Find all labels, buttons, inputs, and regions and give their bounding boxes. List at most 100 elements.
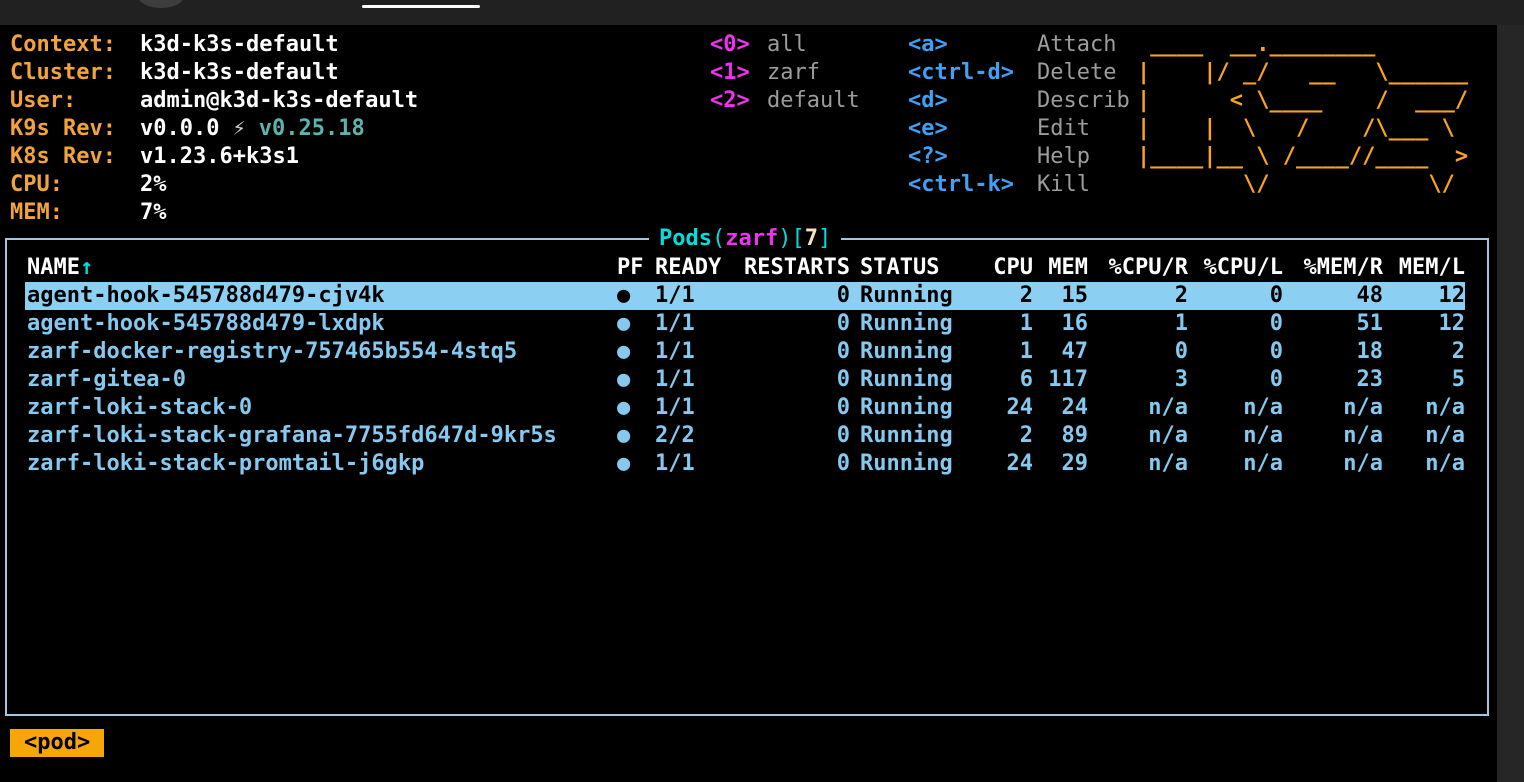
namespace-item[interactable]: <1>zarf — [710, 59, 860, 87]
cell-pcpu_l: n/a — [1188, 422, 1283, 450]
hotkey-item[interactable]: <d>Describ — [908, 87, 1130, 115]
cell-status: Running — [850, 422, 968, 450]
pod-status-dot-icon: ● — [615, 338, 653, 366]
cell-mem: 117 — [1033, 366, 1088, 394]
table-row[interactable]: zarf-loki-stack-0●1/10Running2424n/an/an… — [25, 394, 1465, 422]
hotkey-key: <d> — [908, 87, 1037, 115]
info-row: K8s Rev:v1.23.6+k3s1 — [10, 143, 418, 171]
info-row: K9s Rev:v0.0.0⚡v0.25.18 — [10, 115, 418, 143]
cell-mem: 16 — [1033, 310, 1088, 338]
cell-pcpu_r: n/a — [1088, 422, 1188, 450]
cell-mem_l: n/a — [1383, 422, 1465, 450]
table-body: agent-hook-545788d479-cjv4k●1/10Running2… — [7, 282, 1487, 478]
hotkey-label: Delete — [1037, 60, 1116, 85]
hotkey-key: <a> — [908, 31, 1037, 59]
table-title-namespace: zarf — [725, 226, 778, 251]
hotkey-item[interactable]: <a>Attach — [908, 31, 1130, 59]
crumb-pod[interactable]: <pod> — [10, 729, 104, 757]
info-row: Context:k3d-k3s-default — [10, 31, 418, 59]
cell-pmem_r: 18 — [1283, 338, 1383, 366]
hotkey-item[interactable]: <e>Edit — [908, 115, 1130, 143]
table-row[interactable]: zarf-loki-stack-grafana-7755fd647d-9kr5s… — [25, 422, 1465, 450]
namespace-label: zarf — [767, 60, 820, 85]
cell-mem_l: 12 — [1383, 282, 1465, 310]
cell-pcpu_l: 0 — [1188, 282, 1283, 310]
hotkey-item[interactable]: <?>Help — [908, 143, 1130, 171]
cell-pcpu_r: 2 — [1088, 282, 1188, 310]
hotkey-key: <?> — [908, 143, 1037, 171]
column-header-restarts: RESTARTS — [739, 254, 850, 282]
cell-pmem_r: n/a — [1283, 394, 1383, 422]
cell-ready: 1/1 — [653, 338, 739, 366]
cell-restarts: 0 — [739, 450, 850, 478]
cell-pcpu_l: 0 — [1188, 366, 1283, 394]
pod-status-dot-icon: ● — [615, 282, 653, 310]
window-logo-arc — [138, 0, 184, 8]
cell-ready: 2/2 — [653, 422, 739, 450]
info-label: CPU: — [10, 171, 140, 199]
cell-pcpu_r: 0 — [1088, 338, 1188, 366]
cell-ready: 1/1 — [653, 366, 739, 394]
table-title-paren: ) — [778, 226, 791, 251]
cell-name: zarf-loki-stack-grafana-7755fd647d-9kr5s — [25, 422, 615, 450]
k9s-ascii-logo: ____ __.________ | |/ _/ __ \______ | < … — [1137, 31, 1468, 199]
info-row: MEM:7% — [10, 199, 418, 227]
pod-status-dot-icon: ● — [615, 366, 653, 394]
info-value: 7% — [140, 200, 167, 225]
info-row: CPU:2% — [10, 171, 418, 199]
hotkey-item[interactable]: <ctrl-d>Delete — [908, 59, 1130, 87]
column-header-status: STATUS — [850, 254, 968, 282]
cell-pmem_r: 48 — [1283, 282, 1383, 310]
cell-status: Running — [850, 310, 968, 338]
table-title-resource: Pods — [659, 226, 712, 251]
cell-restarts: 0 — [739, 282, 850, 310]
pod-status-dot-icon: ● — [615, 310, 653, 338]
table-row[interactable]: agent-hook-545788d479-lxdpk●1/10Running1… — [25, 310, 1465, 338]
cell-name: zarf-docker-registry-757465b554-4stq5 — [25, 338, 615, 366]
table-row[interactable]: zarf-gitea-0●1/10Running611730235 — [25, 366, 1465, 394]
cell-name: agent-hook-545788d479-cjv4k — [25, 282, 615, 310]
tab-underline — [362, 5, 480, 8]
info-row: User:admin@k3d-k3s-default — [10, 87, 418, 115]
cell-pcpu_r: n/a — [1088, 394, 1188, 422]
cell-cpu: 1 — [968, 310, 1033, 338]
info-label: Context: — [10, 31, 140, 59]
info-bolt: ⚡ — [232, 116, 245, 141]
cell-cpu: 6 — [968, 366, 1033, 394]
cell-mem_l: 5 — [1383, 366, 1465, 394]
cell-mem: 29 — [1033, 450, 1088, 478]
namespace-key: <0> — [710, 31, 767, 59]
hotkey-label: Kill — [1037, 172, 1090, 197]
cell-name: agent-hook-545788d479-lxdpk — [25, 310, 615, 338]
cell-pmem_r: 51 — [1283, 310, 1383, 338]
cell-mem: 24 — [1033, 394, 1088, 422]
table-row[interactable]: zarf-loki-stack-promtail-j6gkp●1/10Runni… — [25, 450, 1465, 478]
pod-status-dot-icon: ● — [615, 422, 653, 450]
info-value: admin@k3d-k3s-default — [140, 88, 418, 113]
cell-mem_l: 2 — [1383, 338, 1465, 366]
cell-status: Running — [850, 450, 968, 478]
info-value: v0.0.0 — [140, 116, 219, 141]
cell-cpu: 2 — [968, 422, 1033, 450]
table-row[interactable]: agent-hook-545788d479-cjv4k●1/10Running2… — [25, 282, 1465, 310]
info-label: Cluster: — [10, 59, 140, 87]
hotkey-item[interactable]: <ctrl-k>Kill — [908, 171, 1130, 199]
cell-ready: 1/1 — [653, 282, 739, 310]
cell-mem_l: n/a — [1383, 450, 1465, 478]
cell-pcpu_r: n/a — [1088, 450, 1188, 478]
column-header-pf: PF — [615, 254, 653, 282]
table-title-bracket: ] — [818, 226, 831, 251]
cell-cpu: 2 — [968, 282, 1033, 310]
namespace-key: <1> — [710, 59, 767, 87]
cell-mem: 15 — [1033, 282, 1088, 310]
cell-mem: 89 — [1033, 422, 1088, 450]
cell-name: zarf-gitea-0 — [25, 366, 615, 394]
namespace-shortcut-list: <0>all<1>zarf<2>default — [710, 31, 860, 115]
namespace-item[interactable]: <0>all — [710, 31, 860, 59]
table-row[interactable]: zarf-docker-registry-757465b554-4stq5●1/… — [25, 338, 1465, 366]
namespace-item[interactable]: <2>default — [710, 87, 860, 115]
cell-mem_l: 12 — [1383, 310, 1465, 338]
cell-cpu: 1 — [968, 338, 1033, 366]
hotkey-label: Edit — [1037, 116, 1090, 141]
column-header--cpu-r: %CPU/R — [1088, 254, 1188, 282]
